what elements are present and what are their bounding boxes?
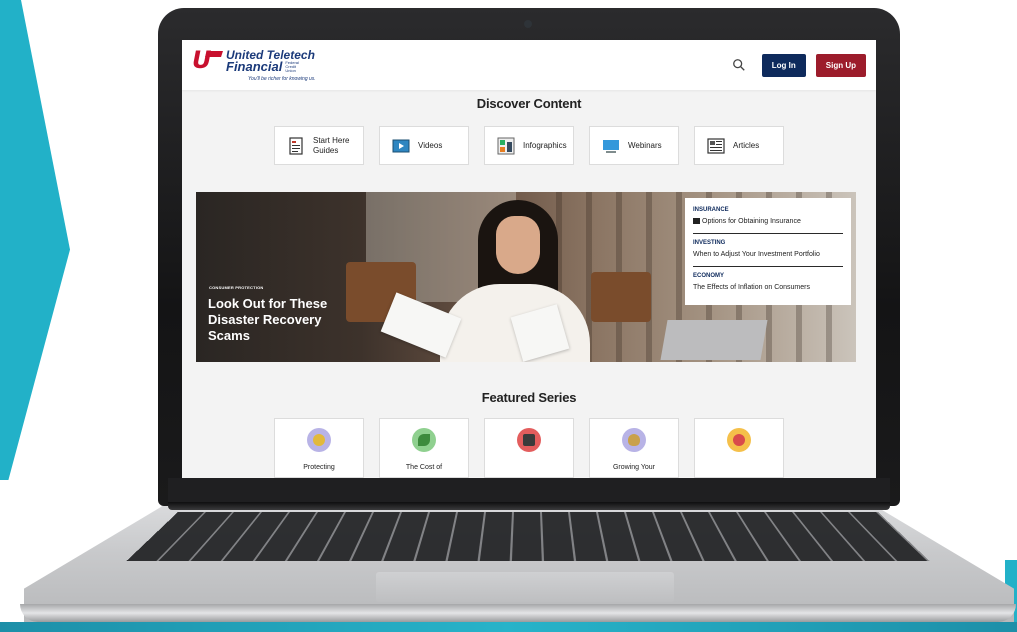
infographic-icon	[497, 137, 515, 154]
featured-series-row: Protecting The Cost of Growing Your	[182, 418, 876, 478]
featured-series-heading: Featured Series	[481, 390, 577, 405]
series-card[interactable]: Protecting	[274, 418, 364, 478]
series-card[interactable]: Growing Your	[589, 418, 679, 478]
side-item-title: When to Adjust Your Investment Portfolio	[693, 251, 820, 258]
webinar-monitor-icon	[603, 139, 619, 153]
side-item-category: INSURANCE	[693, 207, 729, 213]
hero-category: CONSUMER PROTECTION	[209, 285, 264, 290]
content-type-infographics[interactable]: Infographics	[484, 126, 574, 165]
teal-bottom-strip	[0, 622, 1017, 632]
content-type-label: Videos	[418, 140, 443, 150]
money-bag-glyph	[628, 434, 640, 446]
hero-photo-laptop	[660, 320, 768, 360]
logo-wordmark: United Teletech Financial Federal Credit…	[226, 49, 316, 82]
content-type-label: Infographics	[523, 140, 567, 150]
logo-tagline: You'll be richer for knowing us.	[248, 75, 316, 82]
login-button[interactable]: Log In	[761, 53, 806, 77]
article-icon	[707, 137, 725, 154]
hero-photo-paper	[380, 292, 462, 358]
document-icon	[693, 218, 700, 224]
hero-side-list: INSURANCE Options for Obtaining Insuranc…	[685, 198, 851, 305]
webcam-icon	[524, 20, 532, 28]
series-card[interactable]	[484, 418, 574, 478]
hero-headline[interactable]: Look Out for These Disaster Recovery Sca…	[208, 296, 358, 344]
content-type-row: Start Here Guides Videos Infographics We…	[182, 126, 876, 165]
logo-line2: Financial	[226, 58, 283, 74]
series-card[interactable]: The Cost of	[379, 418, 469, 478]
logo-mark-icon: U	[192, 48, 223, 72]
content-type-guides[interactable]: Start Here Guides	[274, 126, 364, 165]
content-type-videos[interactable]: Videos	[379, 126, 469, 165]
signup-button[interactable]: Sign Up	[815, 53, 866, 77]
search-icon[interactable]	[732, 58, 746, 72]
leaf-glyph	[418, 434, 430, 446]
side-item-title: The Effects of Inflation on Consumers	[693, 284, 810, 291]
calculator-glyph	[523, 434, 535, 446]
series-label: The Cost of	[405, 464, 443, 471]
side-list-item[interactable]: INSURANCE Options for Obtaining Insuranc…	[693, 204, 843, 233]
hero-banner[interactable]: CONSUMER PROTECTION Look Out for These D…	[196, 192, 856, 362]
header-actions: Log In Sign Up	[732, 53, 866, 77]
content-type-label: Start Here Guides	[313, 135, 350, 155]
side-item-title-row: Options for Obtaining Insurance	[693, 217, 843, 227]
hero-photo-chair	[591, 272, 651, 322]
content-type-articles[interactable]: Articles	[694, 126, 784, 165]
brand-logo[interactable]: U United Teletech Financial Federal Cred…	[192, 48, 316, 82]
laptop-keyboard	[126, 512, 930, 561]
content-type-label: Webinars	[628, 140, 662, 150]
laptop-trackpad	[376, 572, 674, 602]
chat-bubble-glyph	[733, 434, 745, 446]
site-header: U United Teletech Financial Federal Cred…	[182, 40, 876, 90]
side-item-title: Options for Obtaining Insurance	[702, 218, 801, 225]
side-list-item[interactable]: ECONOMY The Effects of Inflation on Cons…	[693, 266, 843, 299]
series-label: Growing Your	[612, 464, 656, 471]
side-item-category: INVESTING	[693, 240, 726, 246]
content-type-webinars[interactable]: Webinars	[589, 126, 679, 165]
laptop-front-edge	[20, 604, 1016, 622]
series-card[interactable]	[694, 418, 784, 478]
logo-small-text: Federal Credit Union	[285, 59, 299, 73]
series-label: Protecting	[303, 464, 335, 471]
video-player-icon	[392, 139, 410, 152]
guide-document-icon	[289, 136, 303, 155]
discover-content-heading: Discover Content	[476, 96, 582, 111]
content-type-label: Articles	[733, 140, 760, 150]
teal-chevron-decoration	[0, 0, 70, 480]
laptop-hinge	[168, 502, 890, 510]
hero-photo-person-face	[496, 216, 540, 274]
logo-line2-row: Financial Federal Credit Union	[226, 58, 316, 74]
coin-glyph	[313, 434, 325, 446]
side-list-item[interactable]: INVESTING When to Adjust Your Investment…	[693, 233, 843, 266]
laptop-screen: U United Teletech Financial Federal Cred…	[182, 40, 876, 478]
side-item-category: ECONOMY	[693, 273, 725, 279]
